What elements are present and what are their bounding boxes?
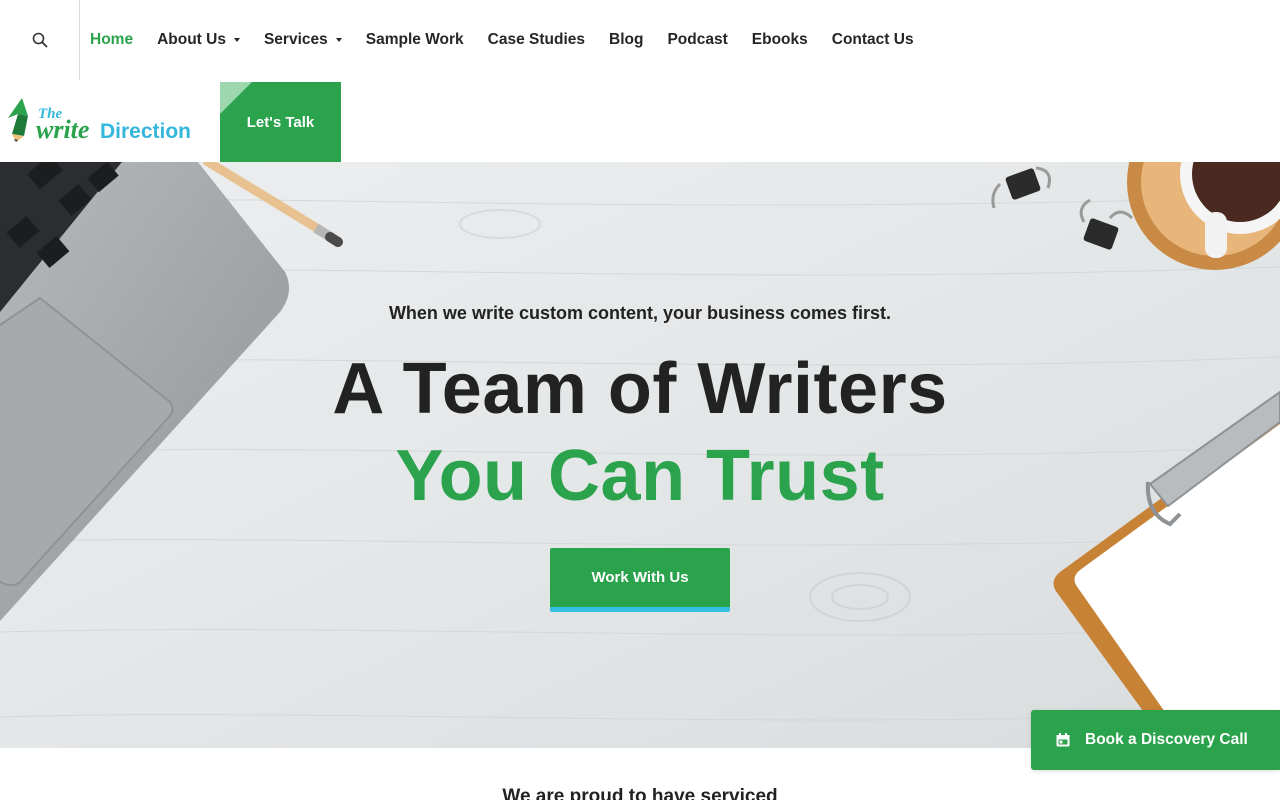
- work-with-us-button[interactable]: Work With Us: [550, 548, 730, 612]
- book-discovery-call-label: Book a Discovery Call: [1085, 731, 1248, 748]
- nav-home-label: Home: [90, 31, 134, 48]
- logo-text-write: write: [36, 115, 89, 144]
- hero-tagline: When we write custom content, your busin…: [388, 303, 892, 323]
- nav-about-us[interactable]: About Us: [157, 31, 240, 49]
- nav-services[interactable]: Services: [264, 31, 342, 49]
- nav-ebooks-label: Ebooks: [751, 31, 808, 48]
- hero-headline-line-1: A Team of Writers: [332, 349, 948, 429]
- calendar-icon: [1056, 733, 1070, 747]
- hero-content: When we write custom content, your busin…: [0, 162, 1280, 748]
- nav-home[interactable]: Home: [90, 31, 133, 49]
- corner-accent: [220, 82, 252, 114]
- nav-about-us-label: About Us: [157, 31, 226, 48]
- nav-services-label: Services: [263, 31, 328, 48]
- main-menu: Home About Us Services Sample Work Case …: [90, 0, 938, 80]
- logo-text-direction: Direction: [100, 120, 191, 143]
- clients-section-heading: We are proud to have serviced: [502, 786, 778, 800]
- nav-podcast-label: Podcast: [667, 31, 728, 48]
- work-with-us-label: Work With Us: [591, 569, 689, 586]
- nav-contact-us[interactable]: Contact Us: [832, 31, 914, 49]
- nav-sample-work[interactable]: Sample Work: [366, 31, 464, 49]
- nav-podcast[interactable]: Podcast: [667, 31, 727, 49]
- nav-blog[interactable]: Blog: [609, 31, 643, 49]
- hero-headline-line-2: You Can Trust: [395, 436, 885, 516]
- lets-talk-label: Let's Talk: [246, 113, 315, 131]
- nav-contact-us-label: Contact Us: [831, 31, 914, 48]
- logo-graphic: The write Direction: [8, 98, 191, 144]
- book-discovery-call-button[interactable]: Book a Discovery Call: [1031, 710, 1280, 770]
- search-icon: [32, 32, 47, 48]
- nav-case-studies[interactable]: Case Studies: [488, 31, 585, 49]
- top-navigation-bar: Home About Us Services Sample Work Case …: [0, 0, 1280, 80]
- caret-down-icon: [233, 38, 240, 42]
- hero-section: When we write custom content, your busin…: [0, 162, 1280, 748]
- nav-sample-work-label: Sample Work: [365, 31, 464, 48]
- nav-blog-label: Blog: [609, 31, 644, 48]
- nav-case-studies-label: Case Studies: [487, 31, 586, 48]
- search-button[interactable]: [0, 0, 80, 80]
- nav-ebooks[interactable]: Ebooks: [752, 31, 808, 49]
- caret-down-icon: [335, 38, 342, 42]
- lets-talk-button[interactable]: Let's Talk: [220, 82, 341, 162]
- site-logo[interactable]: The write Direction: [6, 96, 196, 146]
